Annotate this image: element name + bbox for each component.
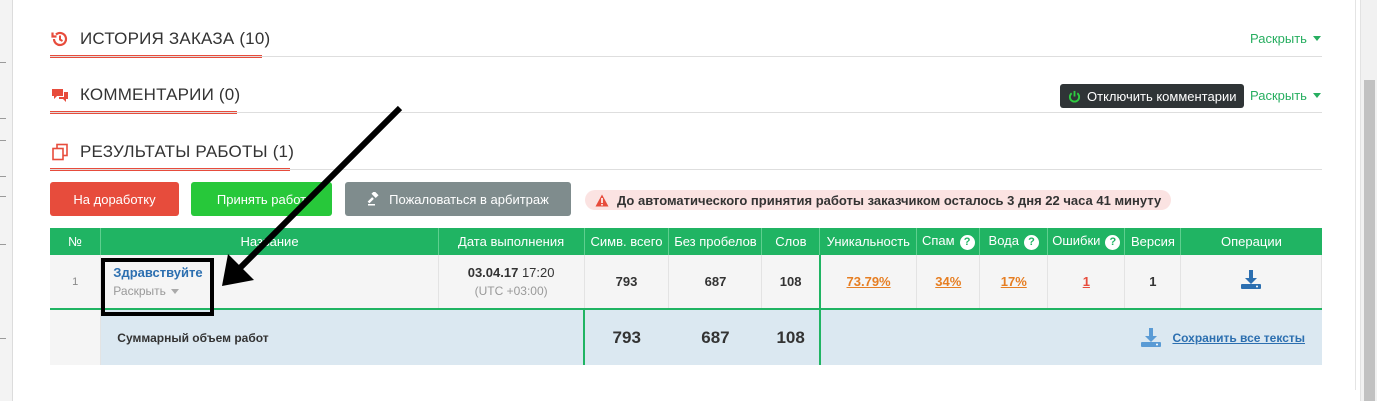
row-water-cell: 17%	[979, 255, 1049, 310]
row-timezone: (UTC +03:00)	[474, 284, 548, 298]
row-num: 1	[50, 255, 102, 310]
header-errors: Ошибки?	[1047, 228, 1126, 255]
power-icon	[1068, 90, 1081, 103]
vertical-scrollbar[interactable]	[1360, 0, 1377, 401]
header-operations: Операции	[1180, 228, 1322, 255]
disable-comments-label: Отключить комментарии	[1087, 88, 1237, 104]
download-icon[interactable]	[1240, 270, 1262, 290]
section-results-title: РЕЗУЛЬТАТЫ РАБОТЫ (1)	[80, 142, 295, 161]
content-right-border	[1355, 0, 1356, 390]
header-version: Версия	[1124, 228, 1182, 255]
section-divider	[50, 112, 1322, 113]
copy-files-icon	[50, 143, 70, 161]
errors-link[interactable]: 1	[1083, 274, 1090, 289]
save-all-texts-link[interactable]: Сохранить все тексты	[1172, 331, 1305, 345]
gavel-icon	[367, 192, 381, 206]
comments-icon	[50, 86, 70, 104]
rework-label: На доработку	[73, 191, 156, 207]
annotation-highlight-box	[101, 258, 214, 316]
section-divider	[50, 56, 1322, 57]
alert-text: До автоматического принятия работы заказ…	[617, 192, 1162, 208]
spam-link[interactable]: 34%	[935, 274, 961, 289]
history-icon	[50, 30, 70, 48]
header-spam-label: Спам	[921, 233, 955, 249]
comments-expand-label: Раскрыть	[1250, 88, 1307, 103]
header-title: Название	[100, 228, 439, 255]
results-table: № Название Дата выполнения Симв. всего Б…	[50, 228, 1322, 365]
warning-icon	[595, 194, 609, 207]
row-date-cell: 03.04.17 17:20 (UTC +03:00)	[438, 255, 585, 310]
help-icon[interactable]: ?	[1105, 234, 1121, 250]
row-no-spaces: 687	[668, 255, 763, 310]
header-water: Вода?	[979, 228, 1049, 255]
history-expand-label: Раскрыть	[1250, 31, 1307, 46]
history-expand-link[interactable]: Раскрыть	[1250, 31, 1321, 46]
help-icon[interactable]: ?	[1023, 234, 1039, 250]
row-date: 03.04.17	[467, 265, 519, 280]
comments-expand-link[interactable]: Раскрыть	[1250, 88, 1321, 103]
section-comments-header[interactable]: КОММЕНТАРИИ (0)	[50, 82, 240, 108]
row-uniqueness-cell: 73.79%	[819, 255, 918, 310]
arbitrage-button[interactable]: Пожаловаться в арбитраж	[345, 182, 571, 216]
help-icon[interactable]: ?	[959, 234, 975, 250]
chevron-down-icon	[1312, 93, 1321, 98]
left-window-edge	[0, 0, 13, 401]
summary-no-spaces: 687	[668, 309, 763, 365]
section-history-header[interactable]: ИСТОРИЯ ЗАКАЗА (10)	[50, 26, 270, 52]
summary-empty-cell	[50, 309, 102, 365]
summary-row: Суммарный объем работ 793 687 108 Сохран…	[50, 309, 1322, 365]
summary-words: 108	[761, 309, 821, 365]
section-comments-title: КОММЕНТАРИИ (0)	[80, 85, 241, 104]
section-results-header[interactable]: РЕЗУЛЬТАТЫ РАБОТЫ (1)	[50, 139, 294, 165]
row-time: 17:20	[521, 265, 555, 280]
header-errors-label: Ошибки	[1052, 233, 1101, 249]
summary-chars: 793	[584, 309, 670, 365]
row-chars: 793	[584, 255, 670, 310]
row-operations-cell	[1180, 255, 1322, 310]
row-version: 1	[1124, 255, 1182, 310]
accept-work-button[interactable]: Принять работ	[191, 182, 332, 216]
header-num: №	[50, 228, 102, 255]
table-row: 1 Здравствуйте Раскрыть 03.04.17 17:20 (…	[50, 255, 1322, 310]
header-no-spaces: Без пробелов	[668, 228, 763, 255]
header-water-label: Вода	[988, 233, 1019, 249]
row-spam-cell: 34%	[916, 255, 981, 310]
summary-label: Суммарный объем работ	[100, 309, 586, 365]
section-divider	[50, 169, 1322, 170]
summary-save-cell: Сохранить все тексты	[819, 309, 1322, 365]
row-errors-cell: 1	[1047, 255, 1126, 310]
water-link[interactable]: 17%	[1001, 274, 1027, 289]
download-all-icon[interactable]	[1140, 327, 1162, 348]
chevron-down-icon	[1312, 36, 1321, 41]
uniqueness-link[interactable]: 73.79%	[847, 274, 891, 289]
accept-label: Принять работ	[216, 191, 307, 207]
arbitrage-label: Пожаловаться в арбитраж	[389, 191, 549, 207]
header-words: Слов	[761, 228, 821, 255]
scrollbar-thumb[interactable]	[1364, 80, 1375, 401]
header-chars: Симв. всего	[584, 228, 670, 255]
header-uniqueness: Уникальность	[819, 228, 918, 255]
header-spam: Спам?	[916, 228, 981, 255]
section-history-title: ИСТОРИЯ ЗАКАЗА (10)	[80, 29, 271, 48]
row-words: 108	[761, 255, 821, 310]
auto-accept-alert: До автоматического принятия работы заказ…	[585, 190, 1172, 210]
table-header-row: № Название Дата выполнения Симв. всего Б…	[50, 228, 1322, 255]
header-date: Дата выполнения	[438, 228, 585, 255]
rework-button[interactable]: На доработку	[50, 182, 179, 216]
disable-comments-button[interactable]: Отключить комментарии	[1060, 84, 1245, 108]
